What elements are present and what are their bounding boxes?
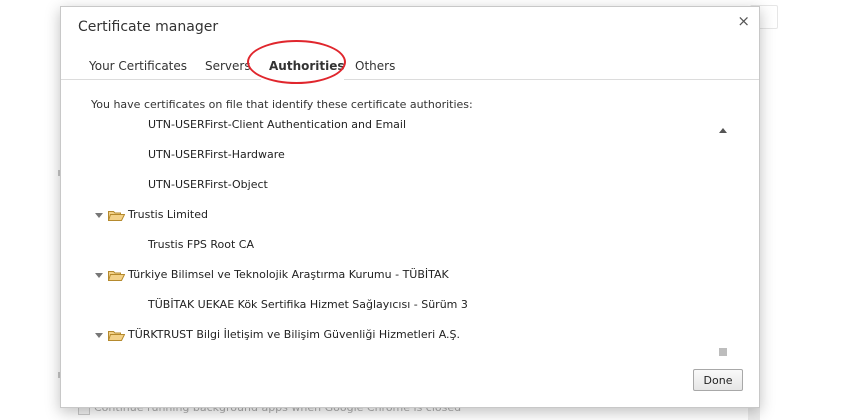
tree-scrollbar[interactable] [717, 119, 729, 356]
tree-row-label: TÜRKTRUST Bilgi İletişim ve Bilişim Güve… [128, 328, 460, 341]
done-button[interactable]: Done [693, 369, 743, 391]
tree-row-label: UTN-USERFirst-Object [148, 178, 268, 191]
tree-scrollbar-thumb[interactable] [719, 348, 727, 356]
folder-icon [107, 330, 126, 341]
tab-bar: Your Certificates Servers Authorities Ot… [61, 55, 759, 80]
tree-group-row[interactable]: Türkiye Bilimsel ve Teknolojik Araştırma… [85, 266, 715, 284]
tab-servers[interactable]: Servers [205, 59, 251, 73]
expand-arrow-icon[interactable] [95, 333, 103, 338]
tree-row-label: Türkiye Bilimsel ve Teknolojik Araştırma… [128, 268, 449, 281]
close-icon[interactable]: × [737, 12, 750, 30]
tree-cert-row[interactable]: UTN-USERFirst-Client Authentication and … [85, 119, 715, 134]
tree-row-label: Trustis FPS Root CA [148, 238, 254, 251]
tree-cert-row[interactable]: Trustis FPS Root CA [85, 236, 715, 254]
certificate-tree[interactable]: TÜRKTRUST Elektronik Sertifika Hizmet Sa… [85, 119, 729, 356]
tree-group-row[interactable]: Trustis Limited [85, 206, 715, 224]
tree-row-label: UTN-USERFirst-Client Authentication and … [148, 119, 407, 131]
tree-cert-row[interactable]: UTN-USERFirst-Object [85, 176, 715, 194]
tree-row-label: UTN-USERFirst-Hardware [148, 148, 285, 161]
authorities-description: You have certificates on file that ident… [91, 98, 473, 111]
certificate-manager-dialog: Certificate manager × Your Certificates … [60, 6, 760, 408]
dialog-title: Certificate manager [78, 19, 219, 35]
folder-icon [107, 210, 126, 221]
expand-arrow-icon[interactable] [95, 273, 103, 278]
active-tab-gap [261, 79, 344, 80]
tree-row-label: Trustis Limited [128, 208, 208, 221]
tree-row-label: TÜBİTAK UEKAE Kök Sertifika Hizmet Sağla… [148, 298, 468, 311]
tree-cert-row[interactable]: UTN-USERFirst-Hardware [85, 146, 715, 164]
tab-authorities[interactable]: Authorities [269, 59, 345, 73]
tab-your-certificates[interactable]: Your Certificates [89, 59, 187, 73]
tree-cert-row[interactable]: TÜBİTAK UEKAE Kök Sertifika Hizmet Sağla… [85, 296, 715, 314]
scroll-up-icon[interactable] [719, 128, 727, 133]
tree-group-row[interactable]: TÜRKTRUST Bilgi İletişim ve Bilişim Güve… [85, 326, 715, 344]
folder-icon [107, 270, 126, 281]
tab-others[interactable]: Others [355, 59, 395, 73]
expand-arrow-icon[interactable] [95, 213, 103, 218]
